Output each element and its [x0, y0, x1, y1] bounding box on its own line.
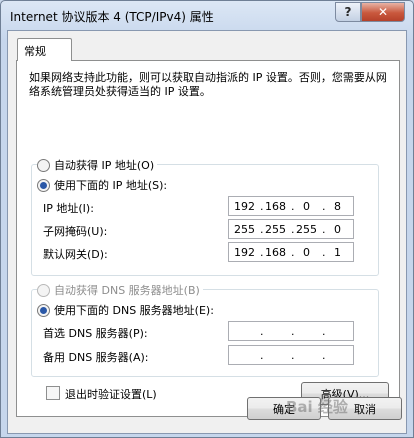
ip-octet: 0 [334, 222, 341, 236]
subnet-mask-field[interactable]: 255. 255. 255. 0 [228, 219, 354, 239]
ip-octet: 0 [303, 199, 310, 213]
validate-checkbox[interactable] [46, 386, 60, 400]
ip-octet: 255 [296, 222, 317, 236]
subnet-mask-label: 子网掩码(U): [43, 225, 108, 238]
tab-general[interactable]: 常规 [17, 38, 72, 61]
ip-octet: 168 [265, 199, 286, 213]
ip-octet: 0 [303, 245, 310, 259]
default-gateway-field[interactable]: 192. 168. 0. 1 [228, 242, 354, 262]
ip-manual-label: 使用下面的 IP 地址(S): [54, 179, 168, 192]
alternate-dns-field[interactable]: . . . [228, 345, 354, 365]
ip-auto-radio[interactable] [37, 158, 50, 172]
ip-octet: 168 [265, 245, 286, 259]
ip-auto-label: 自动获得 IP 地址(O) [54, 159, 155, 172]
ip-auto-radio-row[interactable]: 自动获得 IP 地址(O) [37, 157, 158, 173]
dns-auto-label: 自动获得 DNS 服务器地址(B) [54, 284, 200, 297]
dns-manual-label: 使用下面的 DNS 服务器地址(E): [54, 304, 214, 317]
description-text: 如果网络支持此功能，则可以获取自动指派的 IP 设置。否则，您需要从网络系统管理… [29, 71, 387, 98]
dialog-client: 常规 如果网络支持此功能，则可以获取自动指派的 IP 设置。否则，您需要从网络系… [7, 30, 407, 434]
ip-address-label: IP 地址(I): [43, 202, 94, 215]
default-gateway-label: 默认网关(D): [43, 248, 108, 261]
close-button[interactable]: ✕ [361, 2, 405, 22]
title-bar[interactable]: Internet 协议版本 4 (TCP/IPv4) 属性 ? ✕ [1, 1, 413, 29]
preferred-dns-label: 首选 DNS 服务器(P): [43, 327, 148, 340]
ip-octet: 255 [234, 222, 255, 236]
ip-octet: 192 [234, 245, 255, 259]
ip-octet: 255 [265, 222, 286, 236]
window-title: Internet 协议版本 4 (TCP/IPv4) 属性 [10, 10, 214, 24]
ok-button[interactable]: 确定 [247, 397, 321, 420]
ip-octet: 1 [334, 245, 341, 259]
ip-octet: 8 [334, 199, 341, 213]
dns-auto-radio[interactable] [37, 283, 50, 297]
alternate-dns-label: 备用 DNS 服务器(A): [43, 351, 149, 364]
cancel-button[interactable]: 取消 [328, 397, 402, 420]
ip-octet: 192 [234, 199, 255, 213]
ip-manual-radio[interactable] [37, 178, 50, 192]
close-icon: ✕ [377, 5, 389, 19]
validate-label: 退出时验证设置(L) [65, 388, 157, 401]
help-icon: ? [344, 5, 352, 19]
dns-auto-radio-row[interactable]: 自动获得 DNS 服务器地址(B) [37, 282, 203, 298]
cancel-button-label: 取消 [354, 402, 376, 416]
ip-address-field[interactable]: 192. 168. 0. 8 [228, 196, 354, 216]
ok-button-label: 确定 [273, 402, 295, 416]
dns-manual-radio-row[interactable]: 使用下面的 DNS 服务器地址(E): [37, 302, 214, 318]
general-panel: 如果网络支持此功能，则可以获取自动指派的 IP 设置。否则，您需要从网络系统管理… [16, 60, 400, 417]
tab-general-label: 常规 [24, 45, 46, 58]
ip-manual-radio-row[interactable]: 使用下面的 IP 地址(S): [37, 177, 167, 193]
help-button[interactable]: ? [335, 2, 361, 22]
dialog-window: Internet 协议版本 4 (TCP/IPv4) 属性 ? ✕ 常规 如果网… [0, 0, 414, 438]
preferred-dns-field[interactable]: . . . [228, 321, 354, 341]
dns-manual-radio[interactable] [37, 303, 50, 317]
